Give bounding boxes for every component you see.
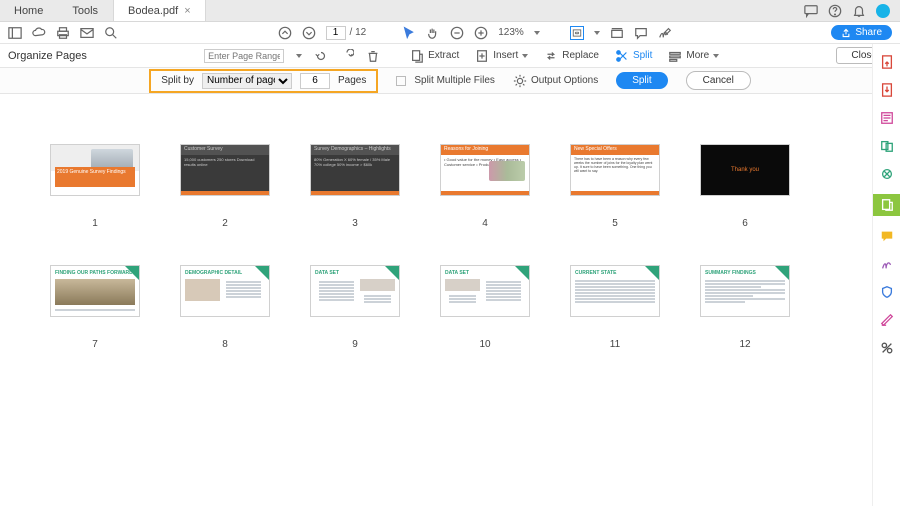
extract-button[interactable]: Extract (410, 49, 459, 63)
read-mode-icon[interactable] (610, 26, 624, 40)
cloud-icon[interactable] (32, 26, 46, 40)
page-thumb[interactable]: Customer Survey15,000 customers 250 stor… (180, 144, 270, 229)
rail-redact-icon[interactable] (879, 312, 895, 328)
zoom-level: 123% (498, 27, 524, 38)
rail-protect-icon[interactable] (879, 284, 895, 300)
page-thumb[interactable]: SUMMARY FINDINGS 12 (700, 265, 790, 350)
avatar[interactable] (876, 4, 890, 18)
range-dropdown[interactable] (296, 54, 302, 58)
cancel-button[interactable]: Cancel (686, 71, 751, 90)
zoom-out-icon[interactable] (450, 26, 464, 40)
split-count-input[interactable] (300, 73, 330, 89)
sidebar-toggle-icon[interactable] (8, 26, 22, 40)
more-button[interactable]: More (668, 49, 719, 63)
page-thumb[interactable]: DEMOGRAPHIC DETAIL 8 (180, 265, 270, 350)
close-tab-icon[interactable]: × (184, 5, 190, 17)
split-multiple-button[interactable]: Split Multiple Files (396, 75, 495, 86)
zoom-dropdown[interactable] (534, 31, 540, 35)
mail-icon[interactable] (80, 26, 94, 40)
rail-combine-icon[interactable] (879, 138, 895, 154)
share-button[interactable]: Share (831, 25, 892, 40)
split-by-group: Split by Number of pages Pages (149, 69, 378, 93)
page-thumb[interactable]: DATA SET 10 (440, 265, 530, 350)
rail-export-pdf-icon[interactable] (879, 82, 895, 98)
split-by-label: Split by (161, 75, 194, 86)
page-current-input[interactable] (326, 26, 346, 40)
page-thumb[interactable]: FINDING OUR PATHS FORWARD 7 (50, 265, 140, 350)
page-thumb[interactable]: Reasons for Joining• Good value for the … (440, 144, 530, 229)
page-total: / 12 (350, 27, 367, 38)
rail-comment-icon[interactable] (879, 228, 895, 244)
page-thumb[interactable]: DATA SET 9 (310, 265, 400, 350)
split-by-select[interactable]: Number of pages (202, 73, 292, 89)
search-icon[interactable] (104, 26, 118, 40)
print-icon[interactable] (56, 26, 70, 40)
rail-fill-sign-icon[interactable] (879, 256, 895, 272)
insert-button[interactable]: Insert (475, 49, 528, 63)
select-tool-icon[interactable] (402, 26, 416, 40)
fit-width-icon[interactable] (570, 26, 584, 40)
chat-icon[interactable] (804, 4, 818, 18)
output-options-button[interactable]: Output Options (513, 74, 598, 88)
page-thumb[interactable]: New Special OffersThere has to have been… (570, 144, 660, 229)
page-grid: 2019 Genuine Survey Findings 1 Customer … (0, 94, 870, 506)
rotate-cw-icon[interactable] (340, 49, 354, 63)
tab-file[interactable]: Bodea.pdf × (113, 0, 206, 21)
page-thumb[interactable]: 2019 Genuine Survey Findings 1 (50, 144, 140, 229)
hand-tool-icon[interactable] (426, 26, 440, 40)
pages-label: Pages (338, 75, 366, 86)
split-button[interactable]: Split (615, 49, 652, 63)
fit-dropdown[interactable] (594, 31, 600, 35)
sign-icon[interactable] (658, 26, 672, 40)
tab-tools[interactable]: Tools (58, 0, 113, 21)
rotate-ccw-icon[interactable] (314, 49, 328, 63)
page-range-input[interactable] (204, 49, 284, 63)
help-icon[interactable] (828, 4, 842, 18)
annotate-icon[interactable] (634, 26, 648, 40)
rail-more-tools-icon[interactable] (879, 340, 895, 356)
rail-compress-icon[interactable] (879, 166, 895, 182)
page-down-icon[interactable] (302, 26, 316, 40)
delete-icon[interactable] (366, 49, 380, 63)
split-action-button[interactable]: Split (616, 72, 667, 89)
page-thumb[interactable]: Survey Demographics – Highlights80% Gene… (310, 144, 400, 229)
rail-create-pdf-icon[interactable] (879, 54, 895, 70)
tab-home[interactable]: Home (0, 0, 58, 21)
panel-title: Organize Pages (8, 50, 87, 62)
rail-organize-icon[interactable] (873, 194, 900, 216)
bell-icon[interactable] (852, 4, 866, 18)
replace-button[interactable]: Replace (544, 49, 599, 63)
page-thumb[interactable]: Thank you 6 (700, 144, 790, 229)
page-up-icon[interactable] (278, 26, 292, 40)
rail-edit-pdf-icon[interactable] (879, 110, 895, 126)
page-thumb[interactable]: CURRENT STATE 11 (570, 265, 660, 350)
right-rail (872, 44, 900, 506)
zoom-in-icon[interactable] (474, 26, 488, 40)
